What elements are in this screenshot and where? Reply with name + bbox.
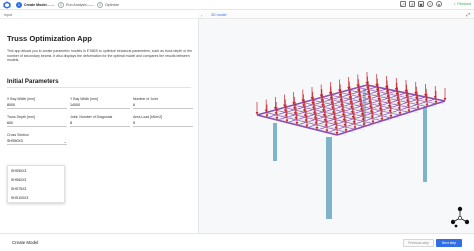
input-panel: Truss Optimization App This app allows y… <box>0 19 198 233</box>
y-bay-width-field[interactable]: Y Bay Width [mm] 14000 <box>70 97 130 109</box>
load-arrow <box>255 102 259 115</box>
top-bar: 1 Create Model 2 Run Analysis 3 Optimize… <box>0 0 474 10</box>
collapse-left-icon[interactable]: ‹ <box>201 13 202 18</box>
undo-icon[interactable]: ↺ <box>409 1 415 7</box>
y-bay-width-input[interactable]: 14000 <box>70 103 130 109</box>
number-of-diagonals-input[interactable]: 8 <box>70 121 130 127</box>
top-icons: ⤢ ↺ ▣ ? ● <box>400 1 442 7</box>
x-bay-width-field[interactable]: X Bay Width [mm] 8000 <box>7 97 67 109</box>
3d-viewport[interactable] <box>198 19 474 233</box>
truss-model-drawing <box>255 72 447 219</box>
truss-depth-field[interactable]: Truss Depth [mm] 600 <box>7 115 67 127</box>
x-bay-width-input[interactable]: 8000 <box>7 103 67 109</box>
field-label: Truss Depth [mm] <box>7 115 35 119</box>
step-label: Create Model <box>24 3 47 7</box>
number-of-joint-input[interactable]: 6 <box>133 103 193 109</box>
app-logo-icon <box>3 1 11 9</box>
help-icon[interactable]: ? <box>427 1 433 7</box>
check-icon: ✓ <box>453 2 457 6</box>
previous-step-button[interactable]: Previous step <box>403 239 434 247</box>
page-title: Truss Optimization App <box>7 34 92 43</box>
navigation-gizmo-icon[interactable] <box>451 206 469 228</box>
step-label: Optimize <box>105 3 120 7</box>
number-of-diagonals-field[interactable]: Joint: Number of Diagonals 8 <box>70 115 130 127</box>
field-label: Y Bay Width [mm] <box>70 97 98 101</box>
tab-3d-model[interactable]: 3D model <box>211 13 226 17</box>
next-step-button[interactable]: Next step <box>436 239 462 247</box>
step-number: 1 <box>16 2 22 8</box>
field-label: Area Load [kN/m2] <box>133 115 163 119</box>
field-label: X Bay Width [mm] <box>7 97 36 101</box>
divider <box>7 87 191 88</box>
area-load-field[interactable]: Area Load [kN/m2] 5 <box>133 115 193 127</box>
load-arrow <box>443 88 447 101</box>
area-load-input[interactable]: 5 <box>133 121 193 127</box>
column <box>326 137 332 219</box>
avatar-icon[interactable]: ● <box>436 1 442 7</box>
field-label: Joint: Number of Diagonals <box>70 115 113 119</box>
step-label: Run Analysis <box>66 3 87 7</box>
status-text: Finished <box>457 2 471 6</box>
cross-section-field[interactable]: Cross Section SHS50X3 ⌄ <box>7 133 67 145</box>
step-separator <box>86 5 94 6</box>
section-title: Initial Parameters <box>7 78 59 85</box>
column <box>273 123 277 161</box>
column <box>423 107 427 182</box>
viewport-tab-bar: ‹ 3D model ⤢ <box>198 11 474 19</box>
dropdown-option[interactable]: SHS50X3 <box>8 166 64 175</box>
fullscreen-icon[interactable]: ⤢ <box>466 12 470 17</box>
bottom-bar: Create Model Previous step Next step <box>0 233 474 251</box>
step-number: 2 <box>58 2 64 8</box>
step-create-model[interactable]: 1 Create Model <box>16 1 47 9</box>
step-number: 3 <box>97 2 103 8</box>
field-label: Cross Section <box>7 133 29 137</box>
step-run-analysis[interactable]: 2 Run Analysis <box>58 1 87 9</box>
chevron-down-icon: ⌄ <box>63 138 67 144</box>
number-of-joint-field[interactable]: Number of Joint 6 <box>133 97 193 109</box>
tab-input[interactable]: Input <box>0 11 198 19</box>
truss-depth-input[interactable]: 600 <box>7 121 67 127</box>
cross-section-dropdown: SHS50X3 SHS60X3 SHS75X3 SHS100X3 <box>7 165 65 203</box>
dropdown-option[interactable]: SHS60X3 <box>8 175 64 184</box>
status-badge: ✓ Finished <box>453 2 471 6</box>
step-separator <box>47 5 55 6</box>
current-step-title: Create Model <box>12 240 39 245</box>
lock-icon[interactable]: ▣ <box>418 1 424 7</box>
expand-icon[interactable]: ⤢ <box>400 1 406 7</box>
app-description: This app allows you to create parametric… <box>7 49 193 63</box>
dropdown-option[interactable]: SHS100X3 <box>8 193 64 202</box>
selected-value: SHS50X3 <box>7 139 23 143</box>
field-label: Number of Joint <box>133 97 158 101</box>
dropdown-option[interactable]: SHS75X3 <box>8 184 64 193</box>
cross-section-select[interactable]: SHS50X3 ⌄ <box>7 139 67 145</box>
area-load-arrows <box>255 72 447 135</box>
step-optimize[interactable]: 3 Optimize <box>97 1 119 9</box>
